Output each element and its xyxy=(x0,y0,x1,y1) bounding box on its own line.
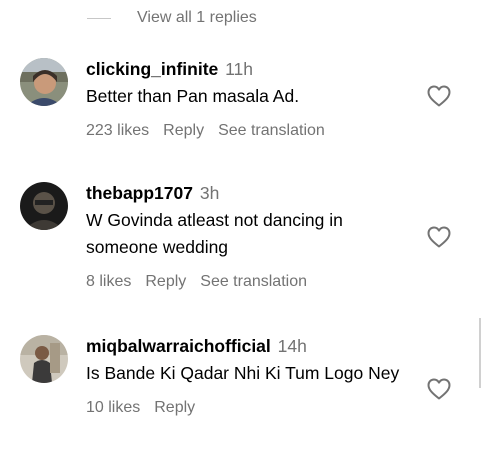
view-replies-button[interactable]: View all 1 replies xyxy=(87,8,257,28)
comment-actions: 10 likes Reply xyxy=(86,399,406,417)
user-avatar-icon xyxy=(20,182,68,230)
avatar[interactable] xyxy=(20,335,68,383)
likes-count[interactable]: 8 likes xyxy=(86,273,131,290)
likes-count[interactable]: 223 likes xyxy=(86,122,149,139)
see-translation-button[interactable]: See translation xyxy=(200,273,307,290)
comment-username[interactable]: clicking_infinite xyxy=(86,59,218,79)
user-avatar-icon xyxy=(20,335,68,383)
comment-text: Is Bande Ki Qadar Nhi Ki Tum Logo Ney xyxy=(86,363,400,383)
comment-username[interactable]: miqbalwarraichofficial xyxy=(86,336,271,356)
avatar[interactable] xyxy=(20,58,68,106)
comment-time: 3h xyxy=(199,183,220,203)
reply-thread-line xyxy=(87,17,111,19)
comment-username[interactable]: thebapp1707 xyxy=(86,183,193,203)
heart-outline-icon[interactable] xyxy=(427,226,451,248)
comment-time: 11h xyxy=(225,59,254,79)
comment-actions: 223 likes Reply See translation xyxy=(86,122,406,140)
user-avatar-icon xyxy=(20,58,68,106)
avatar[interactable] xyxy=(20,182,68,230)
reply-button[interactable]: Reply xyxy=(145,273,186,290)
comment-text: Better than Pan masala Ad. xyxy=(86,86,300,106)
view-replies-label: View all 1 replies xyxy=(137,9,257,26)
comment-time: 14h xyxy=(277,336,307,356)
comment-actions: 8 likes Reply See translation xyxy=(86,273,406,291)
reply-button[interactable]: Reply xyxy=(163,122,204,139)
reply-button[interactable]: Reply xyxy=(154,399,195,416)
heart-outline-icon[interactable] xyxy=(427,378,451,400)
see-translation-button[interactable]: See translation xyxy=(218,122,325,139)
comment-text: W Govinda atleast not dancing in someone… xyxy=(86,210,343,257)
likes-count[interactable]: 10 likes xyxy=(86,399,140,416)
heart-outline-icon[interactable] xyxy=(427,85,451,107)
